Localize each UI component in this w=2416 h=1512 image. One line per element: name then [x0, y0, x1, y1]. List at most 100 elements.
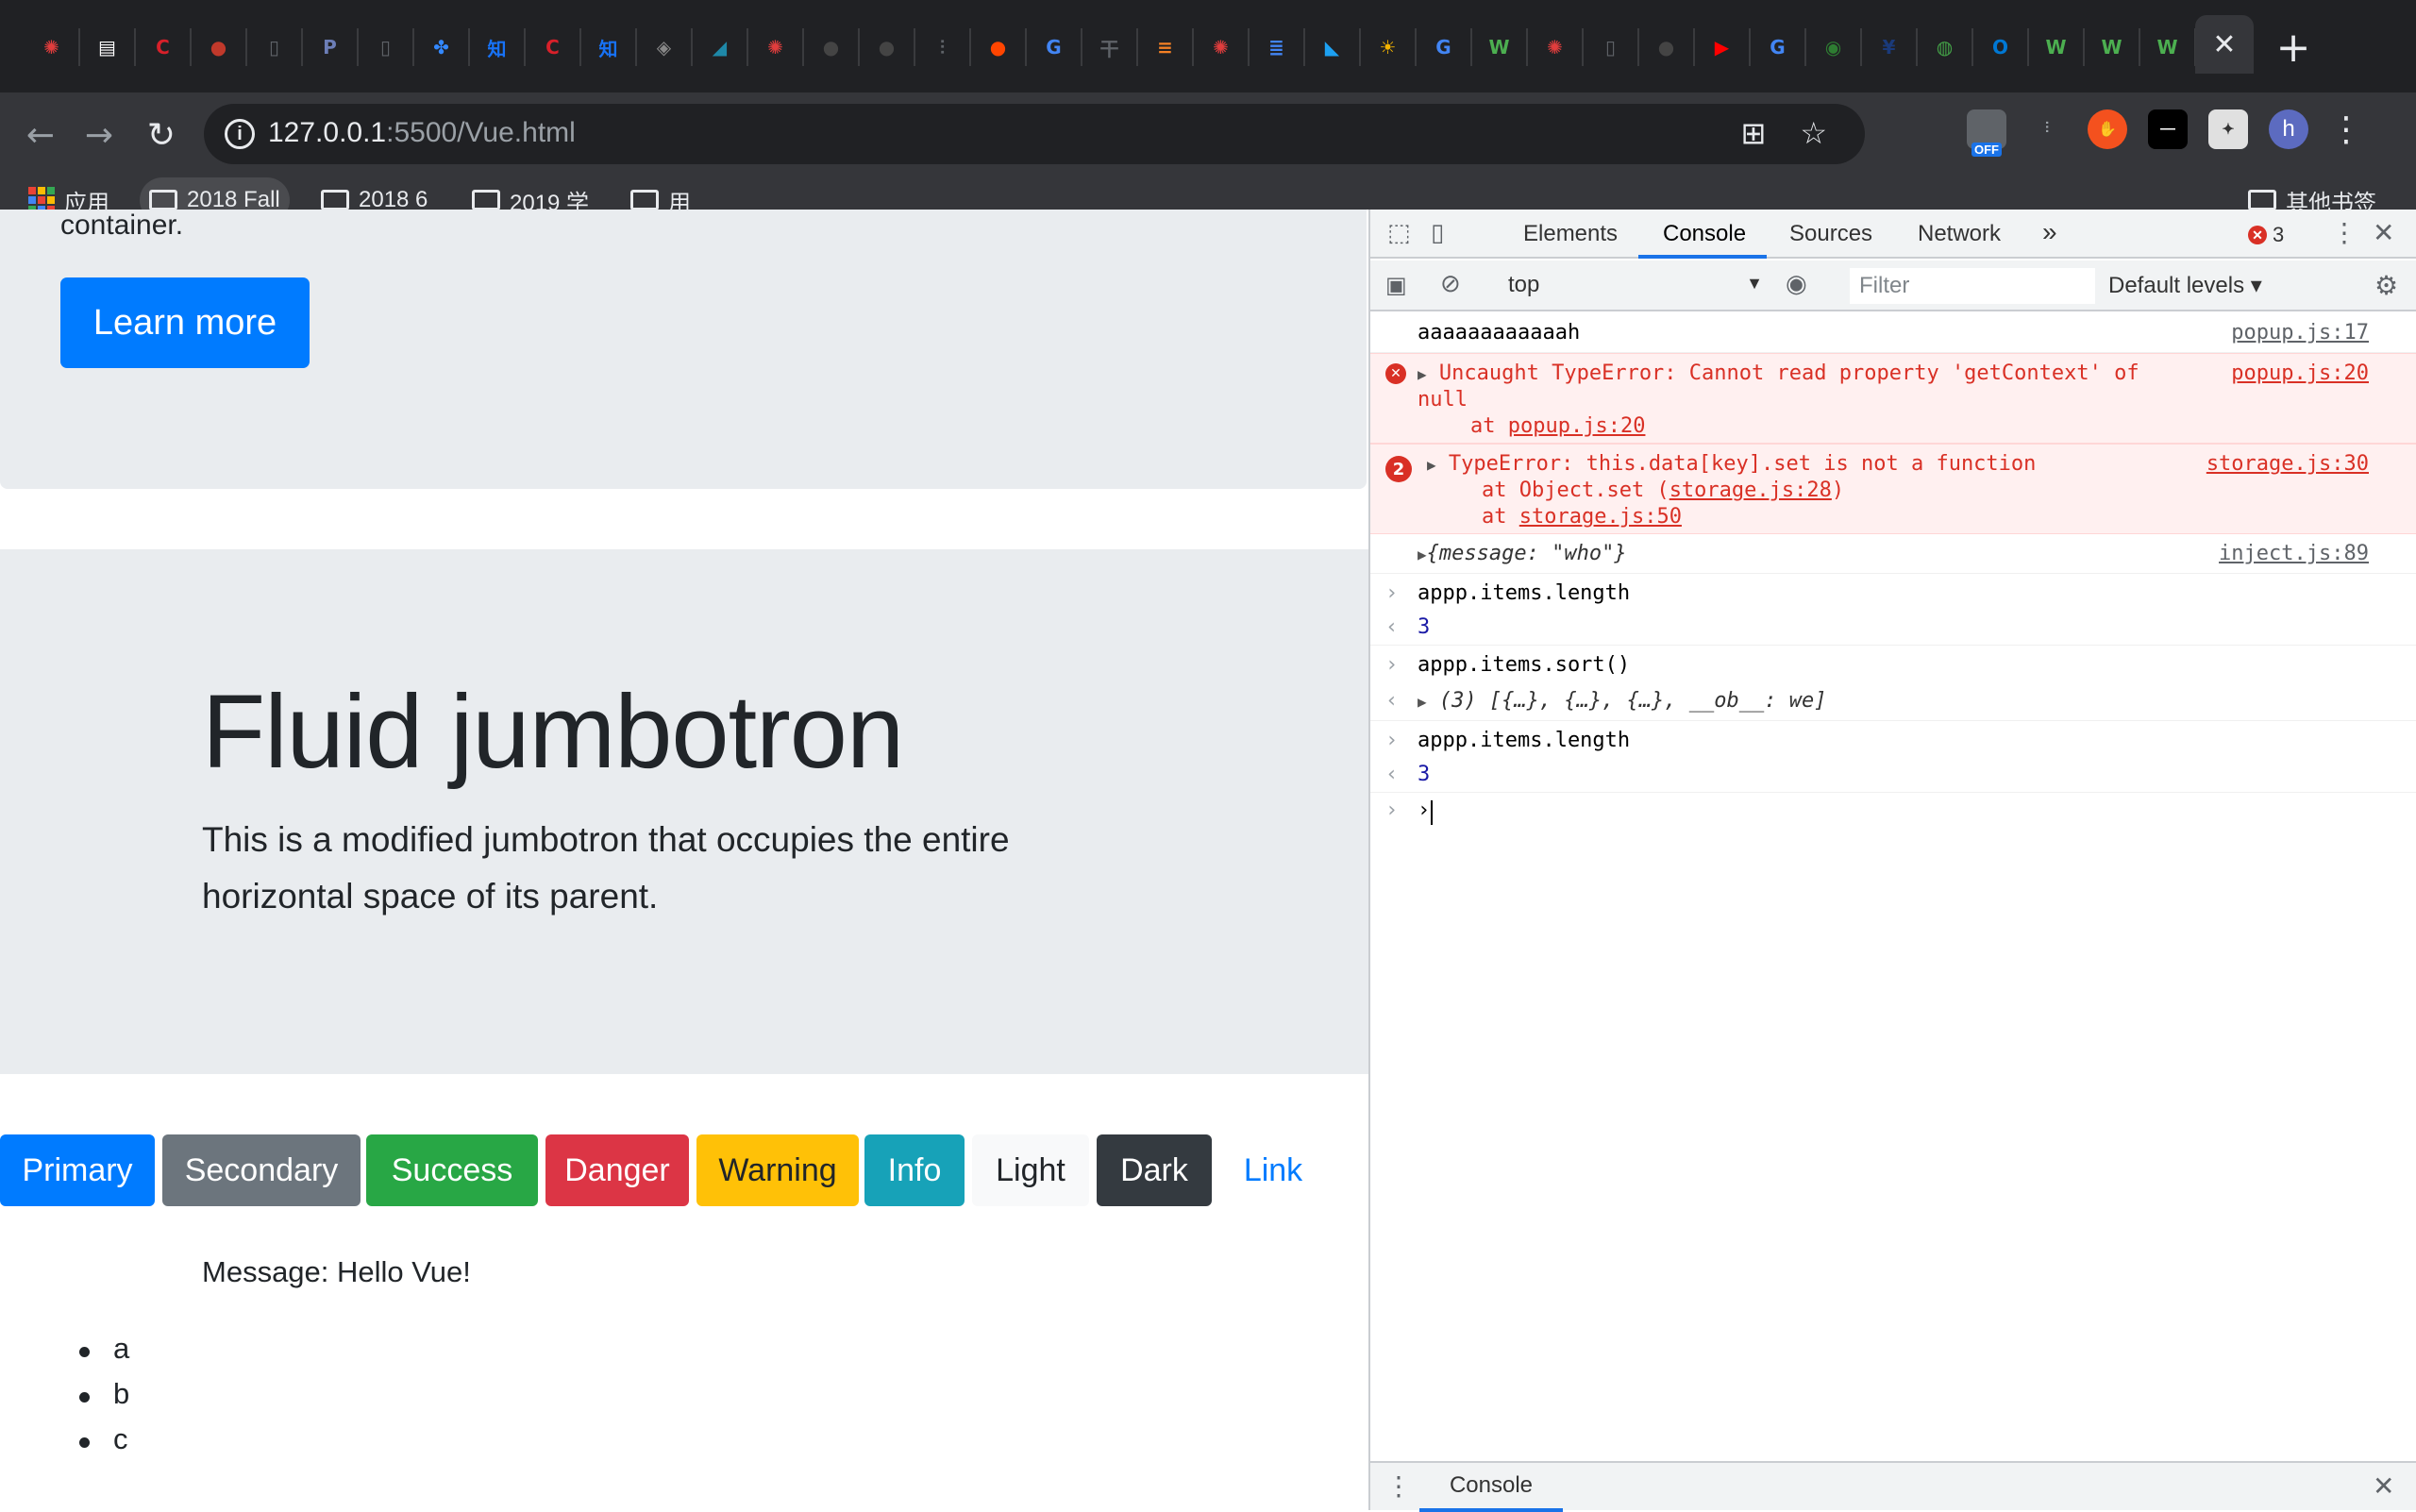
puzzle-extension-icon[interactable]: ✦: [2208, 109, 2248, 149]
expand-triangle-icon[interactable]: ▶: [1418, 546, 1427, 563]
browser-tab[interactable]: 知: [581, 28, 637, 66]
dark-button[interactable]: Dark: [1097, 1134, 1212, 1206]
browser-tab[interactable]: ●: [1639, 28, 1695, 66]
extension-off-icon[interactable]: OFF: [1967, 109, 2006, 157]
browser-tab[interactable]: 知: [470, 28, 526, 66]
info-button[interactable]: Info: [864, 1134, 965, 1206]
browser-tab[interactable]: 干: [1082, 28, 1138, 66]
browser-tab[interactable]: W: [2085, 28, 2140, 66]
forward-arrow-icon[interactable]: →: [76, 111, 123, 159]
browser-tab[interactable]: ✤: [414, 28, 470, 66]
browser-tab[interactable]: ▤: [80, 28, 136, 66]
browser-tab[interactable]: ▯: [247, 28, 303, 66]
bookmark-star-icon[interactable]: ☆: [1800, 115, 1827, 151]
success-button[interactable]: Success: [366, 1134, 538, 1206]
browser-tab[interactable]: ✺: [748, 28, 804, 66]
browser-tab[interactable]: O: [1973, 28, 2029, 66]
reload-icon[interactable]: ↻: [138, 111, 185, 159]
browser-tab[interactable]: ◍: [1918, 28, 1973, 66]
browser-tab[interactable]: ▯: [1584, 28, 1639, 66]
browser-tab[interactable]: ◣: [1305, 28, 1361, 66]
url-text[interactable]: 127.0.0.1:5500/Vue.html: [268, 117, 576, 149]
tab-console[interactable]: Console: [1663, 221, 1746, 247]
clear-console-icon[interactable]: ⊘: [1440, 270, 1461, 298]
dash-extension-icon[interactable]: —: [2148, 109, 2188, 149]
expand-triangle-icon[interactable]: ▶: [1418, 693, 1427, 711]
close-devtools-icon[interactable]: ✕: [2373, 217, 2394, 248]
translate-icon[interactable]: ⊞: [1741, 115, 1767, 151]
primary-button[interactable]: Primary: [0, 1134, 155, 1206]
browser-tab[interactable]: ▯: [359, 28, 414, 66]
more-tabs-icon[interactable]: »: [2042, 217, 2057, 247]
browser-tab[interactable]: ●: [860, 28, 915, 66]
bars-extension-icon[interactable]: ⫶: [2027, 109, 2067, 149]
close-tab-icon[interactable]: ✕: [2212, 28, 2236, 61]
browser-tab[interactable]: ⫶: [915, 28, 971, 66]
browser-menu-icon[interactable]: ⋮: [2329, 110, 2363, 149]
tab-elements[interactable]: Elements: [1523, 221, 1618, 247]
inspect-element-icon[interactable]: ⬚: [1387, 219, 1411, 247]
context-select[interactable]: top ▼: [1508, 272, 1763, 300]
browser-tab[interactable]: ≣: [1250, 28, 1305, 66]
close-drawer-icon[interactable]: ✕: [2373, 1470, 2394, 1502]
console-settings-gear-icon[interactable]: ⚙: [2374, 270, 2398, 301]
browser-tab[interactable]: P: [303, 28, 359, 66]
back-arrow-icon[interactable]: ←: [17, 111, 64, 159]
browser-tab[interactable]: G: [1417, 28, 1472, 66]
browser-tab[interactable]: ●: [192, 28, 247, 66]
tab-sources[interactable]: Sources: [1789, 221, 1872, 247]
expand-triangle-icon[interactable]: ▶: [1427, 456, 1436, 474]
browser-tab[interactable]: G: [1027, 28, 1082, 66]
browser-tab[interactable]: ●: [971, 28, 1027, 66]
source-link[interactable]: popup.js:20: [2231, 361, 2369, 385]
device-toolbar-icon[interactable]: ▯: [1431, 219, 1444, 247]
browser-tab[interactable]: ✺: [25, 28, 80, 66]
devtools-menu-icon[interactable]: ⋮: [2331, 217, 2357, 248]
browser-tab[interactable]: ¥: [1862, 28, 1918, 66]
console-filter-input[interactable]: [1850, 268, 2095, 304]
tab-network[interactable]: Network: [1918, 221, 2001, 247]
browser-tab[interactable]: ✺: [1194, 28, 1250, 66]
browser-tab[interactable]: W: [1472, 28, 1528, 66]
console-input[interactable]: ›: [1418, 798, 1430, 822]
address-bar[interactable]: i 127.0.0.1:5500/Vue.html ⊞ ☆: [204, 104, 1865, 164]
drawer-menu-icon[interactable]: ⋮: [1385, 1470, 1412, 1502]
profile-avatar[interactable]: h: [2269, 109, 2308, 149]
source-link[interactable]: popup.js:17: [2231, 321, 2369, 344]
stack-link[interactable]: popup.js:20: [1508, 414, 1646, 438]
secondary-button[interactable]: Secondary: [162, 1134, 361, 1206]
console-prompt[interactable]: › ›: [1370, 793, 2416, 831]
stack-link[interactable]: storage.js:50: [1519, 505, 1682, 529]
error-count-badge[interactable]: ✕ 3: [2248, 223, 2284, 247]
hand-extension-icon[interactable]: ✋: [2088, 109, 2127, 149]
browser-tab[interactable]: C: [136, 28, 192, 66]
expand-triangle-icon[interactable]: ▶: [1418, 365, 1427, 383]
browser-tab[interactable]: ✺: [1528, 28, 1584, 66]
danger-button[interactable]: Danger: [545, 1134, 689, 1206]
warning-button[interactable]: Warning: [696, 1134, 859, 1206]
browser-tab[interactable]: G: [1751, 28, 1806, 66]
source-link[interactable]: inject.js:89: [2219, 542, 2369, 565]
browser-tab[interactable]: ☀: [1361, 28, 1417, 66]
sidebar-toggle-icon[interactable]: ▣: [1385, 272, 1407, 298]
link-button[interactable]: Link: [1223, 1134, 1323, 1206]
learn-more-button[interactable]: Learn more: [60, 277, 310, 368]
browser-tab[interactable]: ▶: [1695, 28, 1751, 66]
source-link[interactable]: storage.js:30: [2206, 452, 2369, 476]
browser-tab[interactable]: ◉: [1806, 28, 1862, 66]
log-levels-select[interactable]: Default levels ▾: [2108, 272, 2262, 299]
live-expression-eye-icon[interactable]: ◉: [1786, 270, 1807, 298]
light-button[interactable]: Light: [972, 1134, 1089, 1206]
browser-tab[interactable]: ◈: [637, 28, 693, 66]
browser-tab[interactable]: ◢: [693, 28, 748, 66]
active-tab[interactable]: ✕: [2195, 15, 2254, 74]
browser-tab[interactable]: W: [2029, 28, 2085, 66]
browser-tab[interactable]: C: [526, 28, 581, 66]
new-tab-button[interactable]: +: [2267, 21, 2320, 74]
browser-tab[interactable]: W: [2140, 28, 2195, 66]
stack-link[interactable]: storage.js:28: [1669, 479, 1832, 502]
browser-tab[interactable]: ≡: [1138, 28, 1194, 66]
drawer-tab-console[interactable]: Console: [1419, 1463, 1563, 1512]
browser-tab[interactable]: ●: [804, 28, 860, 66]
site-info-icon[interactable]: i: [225, 119, 255, 149]
